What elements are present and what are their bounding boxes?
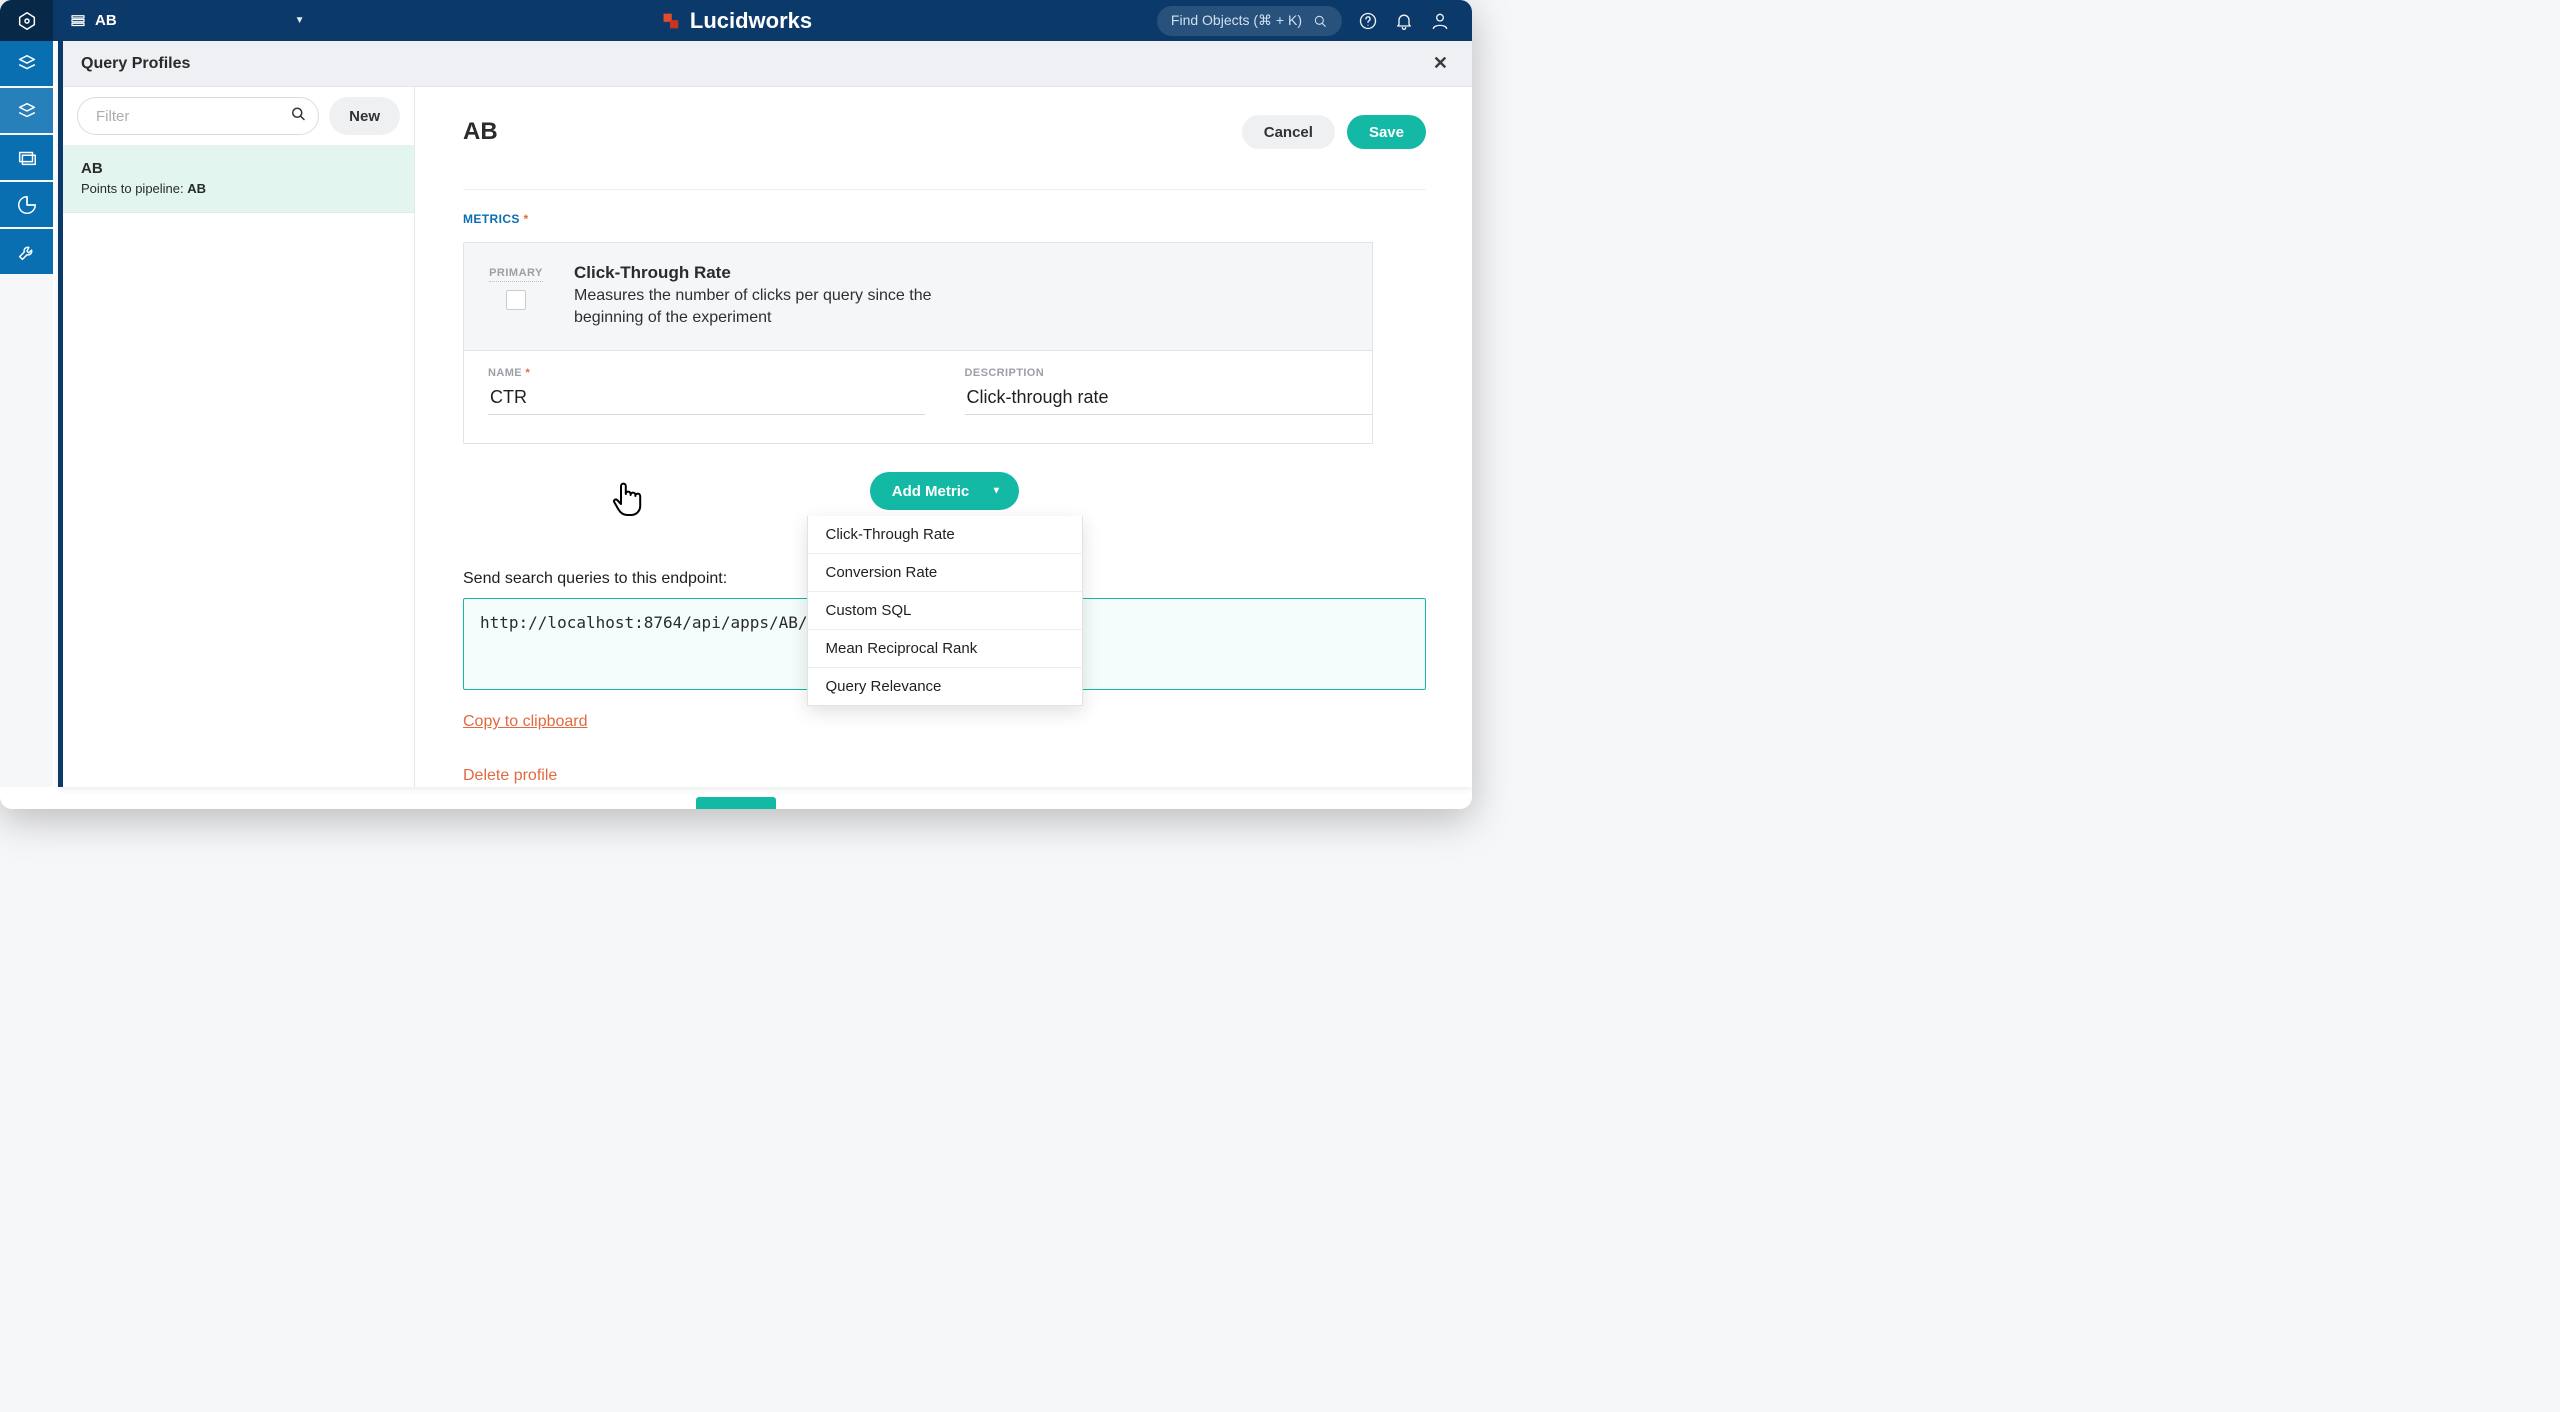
progress-indicator xyxy=(696,797,776,809)
stack-icon xyxy=(69,12,87,30)
profile-list: New AB Points to pipeline: AB xyxy=(63,87,415,787)
dropdown-option[interactable]: Custom SQL xyxy=(808,592,1082,630)
layers-up-icon xyxy=(16,53,38,75)
cancel-button[interactable]: Cancel xyxy=(1242,115,1335,149)
brand-text: Lucidworks xyxy=(690,8,812,34)
metric-desc-input[interactable] xyxy=(965,381,1402,415)
primary-checkbox[interactable] xyxy=(506,290,526,310)
metric-collapse-handle[interactable] xyxy=(1372,242,1426,444)
chevron-down-icon: ▼ xyxy=(991,486,1001,497)
add-metric-button[interactable]: Add Metric ▼ xyxy=(870,472,1020,510)
profile-detail: AB Cancel Save METRICS * PRIMARY xyxy=(415,87,1472,787)
metric-name-input[interactable] xyxy=(488,381,925,415)
description-label: DESCRIPTION xyxy=(965,367,1402,379)
search-icon xyxy=(289,105,307,128)
bell-icon[interactable] xyxy=(1394,11,1414,31)
profile-subtitle: Points to pipeline: AB xyxy=(81,181,396,196)
brand: Lucidworks xyxy=(660,8,812,34)
user-icon[interactable] xyxy=(1430,11,1450,31)
find-objects[interactable]: Find Objects (⌘ + K) xyxy=(1157,6,1342,36)
filter-input[interactable] xyxy=(77,97,319,135)
new-profile-button[interactable]: New xyxy=(329,97,400,135)
copy-to-clipboard-link[interactable]: Copy to clipboard xyxy=(463,713,588,731)
dropdown-option[interactable]: Query Relevance xyxy=(808,668,1082,705)
find-objects-placeholder: Find Objects (⌘ + K) xyxy=(1171,12,1302,29)
add-metric-label: Add Metric xyxy=(892,483,970,500)
chevron-down-icon: ▼ xyxy=(295,15,305,26)
metrics-section-label: METRICS * xyxy=(463,212,1426,226)
fusion-logo[interactable] xyxy=(0,0,53,41)
query-profiles-panel: Query Profiles ✕ New AB xyxy=(58,41,1472,787)
hex-icon xyxy=(16,10,38,32)
rail-system[interactable] xyxy=(0,229,53,274)
primary-label: PRIMARY xyxy=(489,267,543,282)
add-metric-dropdown: Click-Through Rate Conversion Rate Custo… xyxy=(807,516,1083,706)
layers-up2-icon xyxy=(16,100,38,122)
profile-name: AB xyxy=(81,160,396,177)
dropdown-option[interactable]: Mean Reciprocal Rank xyxy=(808,630,1082,668)
rail-indexing[interactable] xyxy=(0,41,53,86)
cursor-pointer-icon xyxy=(611,480,645,523)
save-button[interactable]: Save xyxy=(1347,115,1426,149)
rail-analytics[interactable] xyxy=(0,182,53,227)
brand-icon xyxy=(660,10,682,32)
rail-querying[interactable] xyxy=(0,88,53,133)
delete-profile-link[interactable]: Delete profile xyxy=(463,767,557,785)
rail-relevance[interactable] xyxy=(0,135,53,180)
panel-header: Query Profiles ✕ xyxy=(63,41,1472,87)
dropdown-option[interactable]: Click-Through Rate xyxy=(808,516,1082,554)
search-icon xyxy=(1312,13,1328,29)
cards-icon xyxy=(16,147,38,169)
panel-title: Query Profiles xyxy=(81,55,190,73)
metric-subtitle: Measures the number of clicks per query … xyxy=(574,285,974,328)
wrench-icon xyxy=(16,241,38,263)
detail-title: AB xyxy=(463,118,498,146)
metric-card: PRIMARY Click-Through Rate Measures the … xyxy=(463,242,1426,444)
metric-title: Click-Through Rate xyxy=(574,263,974,283)
pie-icon xyxy=(16,194,38,216)
topbar: AB ▼ Lucidworks Find Objects (⌘ + K) xyxy=(0,0,1472,41)
profile-item[interactable]: AB Points to pipeline: AB xyxy=(63,146,414,213)
app-switcher[interactable]: AB ▼ xyxy=(53,0,321,41)
help-icon[interactable] xyxy=(1358,11,1378,31)
dropdown-option[interactable]: Conversion Rate xyxy=(808,554,1082,592)
close-icon[interactable]: ✕ xyxy=(1427,49,1454,78)
left-rail xyxy=(0,41,53,787)
name-label: NAME * xyxy=(488,367,925,379)
app-name: AB xyxy=(95,12,117,29)
